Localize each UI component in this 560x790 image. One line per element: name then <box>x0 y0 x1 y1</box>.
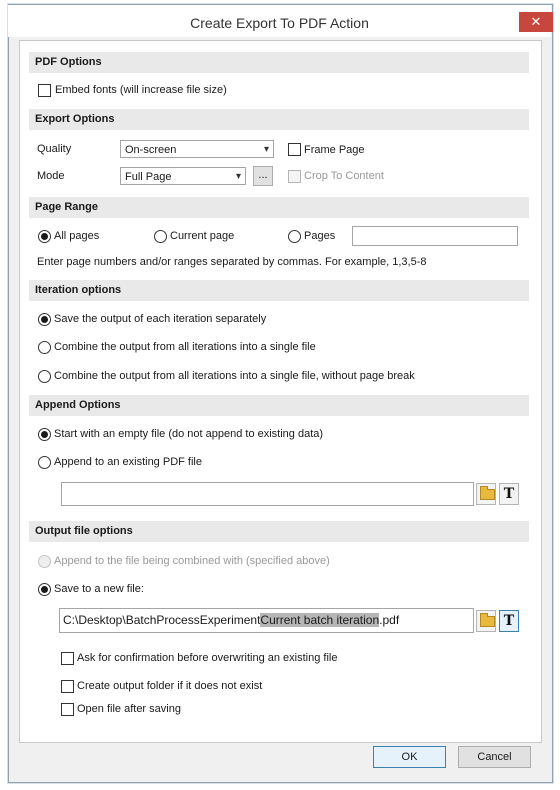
append-combined-label: Append to the file being combined with (… <box>54 555 330 567</box>
browse-folder-button[interactable] <box>476 483 496 505</box>
section-export-options: Export Options <box>29 109 529 130</box>
output-path-token[interactable]: Current batch iteration <box>260 613 380 627</box>
insert-token-button[interactable]: T <box>499 483 519 505</box>
browse-folder-button[interactable] <box>476 610 496 632</box>
iteration-combine-radio[interactable] <box>38 341 51 354</box>
all-pages-label: All pages <box>54 230 100 242</box>
iteration-combine-no-break-radio[interactable] <box>38 370 51 383</box>
frame-page-checkbox[interactable] <box>288 143 301 156</box>
ok-button[interactable]: OK <box>373 746 446 768</box>
page-range-hint: Enter page numbers and/or ranges separat… <box>37 256 427 268</box>
create-folder-checkbox[interactable] <box>61 680 74 693</box>
pages-radio[interactable] <box>288 230 301 243</box>
text-token-icon: T <box>503 613 515 629</box>
mode-options-button[interactable]: ... <box>253 166 273 186</box>
pages-label: Pages <box>304 230 336 242</box>
section-page-range: Page Range <box>29 197 529 218</box>
append-combined-radio <box>38 555 51 568</box>
append-existing-radio[interactable] <box>38 456 51 469</box>
quality-value: On-screen <box>125 144 177 156</box>
pages-input[interactable] <box>352 226 518 246</box>
append-empty-radio[interactable] <box>38 428 51 441</box>
close-button[interactable]: ✕ <box>519 12 553 32</box>
cancel-button[interactable]: Cancel <box>458 746 531 768</box>
current-page-radio[interactable] <box>154 230 167 243</box>
section-pdf-options: PDF Options <box>29 52 529 73</box>
embed-fonts-checkbox[interactable] <box>38 84 51 97</box>
open-after-checkbox[interactable] <box>61 703 74 716</box>
iteration-combine-label: Combine the output from all iterations i… <box>54 341 316 353</box>
ask-confirm-label: Ask for confirmation before overwriting … <box>77 652 338 664</box>
crop-to-content-label: Crop To Content <box>304 170 384 182</box>
mode-select[interactable]: Full Page ▾ <box>120 167 246 185</box>
crop-to-content-checkbox <box>288 170 301 183</box>
insert-token-button[interactable]: T <box>499 610 519 632</box>
quality-select[interactable]: On-screen ▾ <box>120 140 274 158</box>
folder-icon <box>480 613 495 627</box>
section-iteration-options: Iteration options <box>29 280 529 301</box>
section-append-options: Append Options <box>29 395 529 416</box>
iteration-separate-radio[interactable] <box>38 313 51 326</box>
create-folder-label: Create output folder if it does not exis… <box>77 680 263 692</box>
iteration-separate-label: Save the output of each iteration separa… <box>54 313 267 325</box>
append-file-input[interactable] <box>61 482 474 506</box>
output-path-suffix: .pdf <box>379 613 400 627</box>
chevron-down-icon: ▾ <box>235 171 241 182</box>
title-bar: Create Export To PDF Action ✕ <box>8 5 553 37</box>
dialog-title: Create Export To PDF Action <box>190 15 369 31</box>
quality-label: Quality <box>37 143 72 155</box>
all-pages-radio[interactable] <box>38 230 51 243</box>
open-after-label: Open file after saving <box>77 703 181 715</box>
current-page-label: Current page <box>170 230 235 242</box>
embed-fonts-label: Embed fonts (will increase file size) <box>55 84 227 96</box>
iteration-combine-no-break-label: Combine the output from all iterations i… <box>54 370 415 382</box>
save-new-file-radio[interactable] <box>38 583 51 596</box>
output-path-input[interactable]: C:\Desktop\BatchProcessExperimentCurrent… <box>59 608 474 633</box>
append-existing-label: Append to an existing PDF file <box>54 456 202 468</box>
frame-page-label: Frame Page <box>304 144 365 156</box>
chevron-down-icon: ▾ <box>263 144 269 155</box>
folder-icon <box>480 486 495 500</box>
section-output-file-options: Output file options <box>29 521 529 542</box>
save-new-file-label: Save to a new file: <box>54 583 144 595</box>
output-path-prefix: C:\Desktop\BatchProcessExperiment <box>63 613 261 627</box>
text-token-icon: T <box>503 486 515 502</box>
ask-confirm-checkbox[interactable] <box>61 652 74 665</box>
append-empty-label: Start with an empty file (do not append … <box>54 428 324 440</box>
mode-label: Mode <box>37 170 65 182</box>
mode-value: Full Page <box>125 171 172 183</box>
content-panel <box>19 40 542 743</box>
